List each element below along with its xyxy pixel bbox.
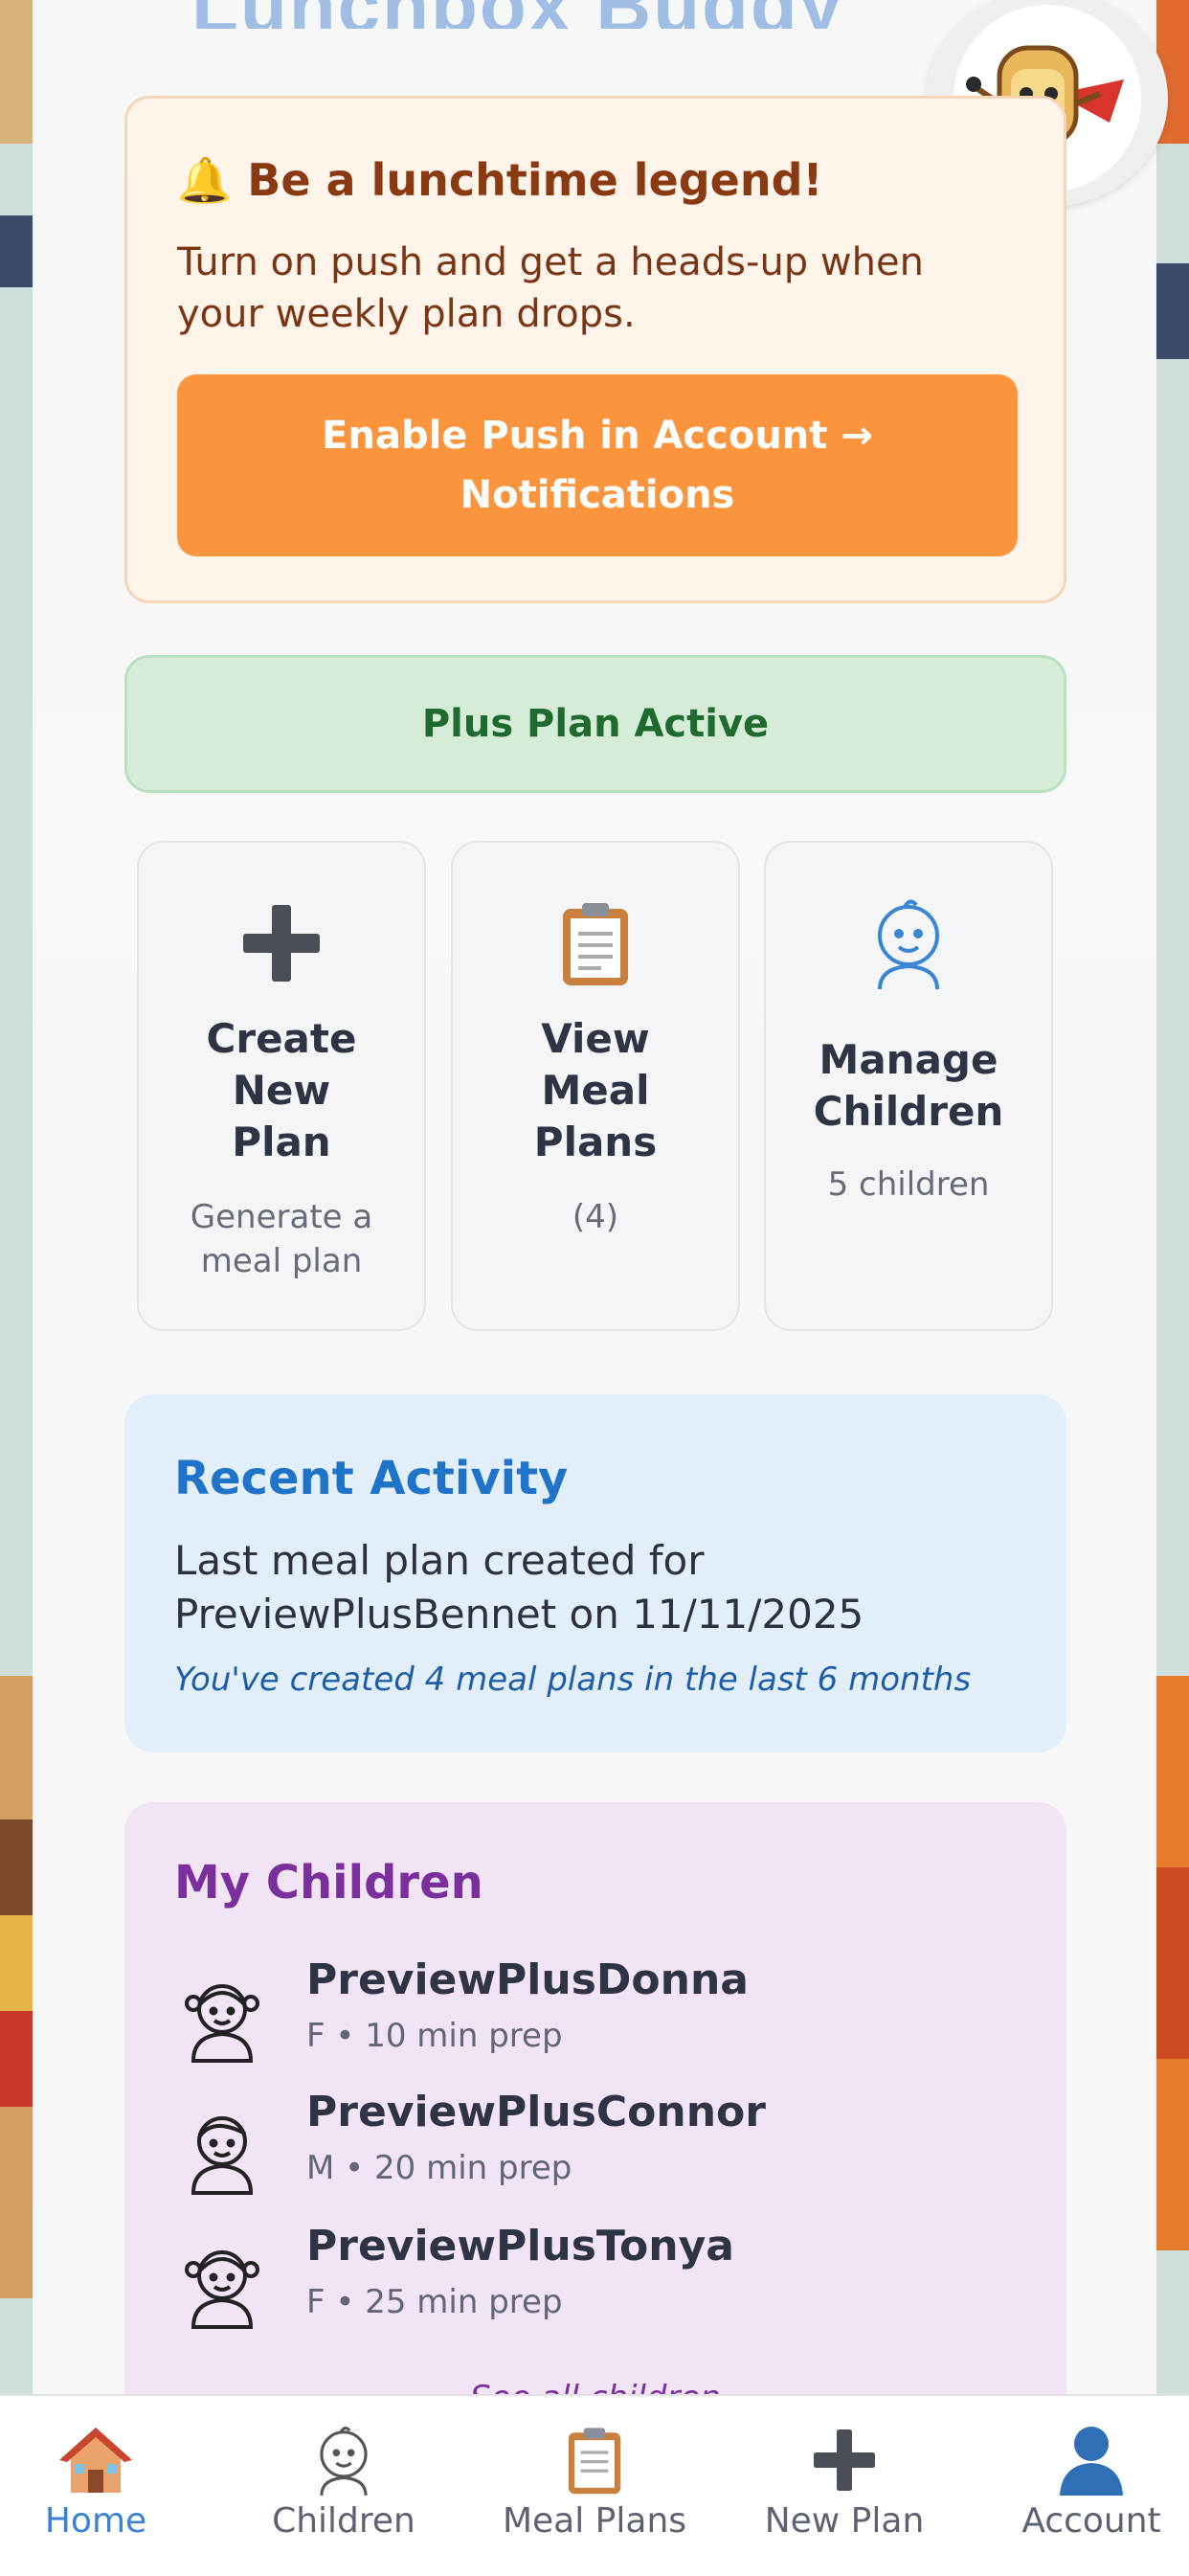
girl-icon bbox=[185, 2250, 259, 2329]
my-children-card: My Children PreviewPlusDonna F • 10 min … bbox=[124, 1802, 1066, 2434]
tab-new-plan[interactable]: New Plan bbox=[726, 2396, 963, 2576]
child-meta: F • 25 min prep bbox=[306, 2283, 563, 2321]
child-meta: F • 10 min prep bbox=[306, 2017, 563, 2055]
bottom-tab-bar: Home Children Meal Plans New Plan Accoun… bbox=[0, 2394, 1189, 2576]
push-prompt-title: Be a lunchtime legend! bbox=[247, 154, 823, 206]
tab-label: Account bbox=[1021, 2501, 1161, 2541]
recent-activity-title: Recent Activity bbox=[174, 1452, 569, 1505]
clipboard-icon bbox=[476, 2417, 713, 2503]
plus-icon bbox=[139, 891, 424, 996]
baby-face-icon bbox=[225, 2417, 462, 2503]
push-prompt-text: Turn on push and get a heads-up when you… bbox=[177, 240, 924, 336]
tile-sub: (4) bbox=[572, 1198, 619, 1236]
tile-sub: 5 children bbox=[827, 1165, 990, 1204]
child-name: PreviewPlusConnor bbox=[306, 2088, 766, 2136]
tab-home[interactable]: Home bbox=[0, 2396, 214, 2576]
app-title: Lunchbox Buddy bbox=[191, 0, 976, 29]
home-icon bbox=[0, 2417, 214, 2503]
my-children-title: My Children bbox=[174, 1856, 483, 1909]
tile-label: Manage Children bbox=[813, 1036, 1004, 1135]
child-meta: M • 20 min prep bbox=[306, 2149, 572, 2187]
tab-meal-plans[interactable]: Meal Plans bbox=[476, 2396, 713, 2576]
child-list-item[interactable]: PreviewPlusDonna F • 10 min prep bbox=[174, 1955, 1017, 2080]
person-icon bbox=[973, 2417, 1189, 2503]
tab-label: Meal Plans bbox=[502, 2501, 687, 2541]
tile-label: View Meal Plans bbox=[533, 1015, 658, 1165]
child-name: PreviewPlusTonya bbox=[306, 2222, 734, 2271]
boy-icon bbox=[191, 2116, 254, 2195]
tile-sub: Generate a meal plan bbox=[190, 1198, 373, 1280]
decorative-food-right bbox=[1155, 0, 1189, 2394]
push-prompt-title-row: 🔔 Be a lunchtime legend! bbox=[177, 154, 823, 207]
tab-label: Children bbox=[272, 2501, 415, 2541]
child-list-item[interactable]: PreviewPlusTonya F • 25 min prep bbox=[174, 2222, 1017, 2346]
push-prompt-card: 🔔 Be a lunchtime legend! Turn on push and… bbox=[124, 96, 1066, 603]
tab-children[interactable]: Children bbox=[225, 2396, 462, 2576]
recent-activity-card: Recent Activity Last meal plan created f… bbox=[124, 1394, 1066, 1752]
create-new-plan-tile[interactable]: Create New Plan Generate a meal plan bbox=[137, 841, 426, 1331]
bell-icon: 🔔 bbox=[177, 154, 233, 206]
tab-label: Home bbox=[44, 2501, 147, 2541]
tab-account[interactable]: Account bbox=[973, 2396, 1189, 2576]
recent-activity-note: You've created 4 meal plans in the last … bbox=[174, 1661, 972, 1699]
tab-label: New Plan bbox=[764, 2501, 925, 2541]
clipboard-icon bbox=[453, 891, 738, 996]
girl-icon bbox=[185, 1984, 259, 2063]
manage-children-tile[interactable]: Manage Children 5 children bbox=[764, 841, 1053, 1331]
baby-face-icon bbox=[766, 891, 1051, 996]
tile-label: Create New Plan bbox=[206, 1015, 357, 1165]
enable-push-button[interactable]: Enable Push in Account → Notifications bbox=[177, 374, 1018, 556]
child-list-item[interactable]: PreviewPlusConnor M • 20 min prep bbox=[174, 2088, 1017, 2212]
child-name: PreviewPlusDonna bbox=[306, 1955, 749, 2004]
plan-status-badge: Plus Plan Active bbox=[124, 655, 1066, 793]
view-meal-plans-tile[interactable]: View Meal Plans (4) bbox=[451, 841, 740, 1331]
plus-icon bbox=[726, 2417, 963, 2503]
decorative-food-left bbox=[0, 0, 34, 2394]
recent-activity-text: Last meal plan created for PreviewPlusBe… bbox=[174, 1537, 864, 1638]
